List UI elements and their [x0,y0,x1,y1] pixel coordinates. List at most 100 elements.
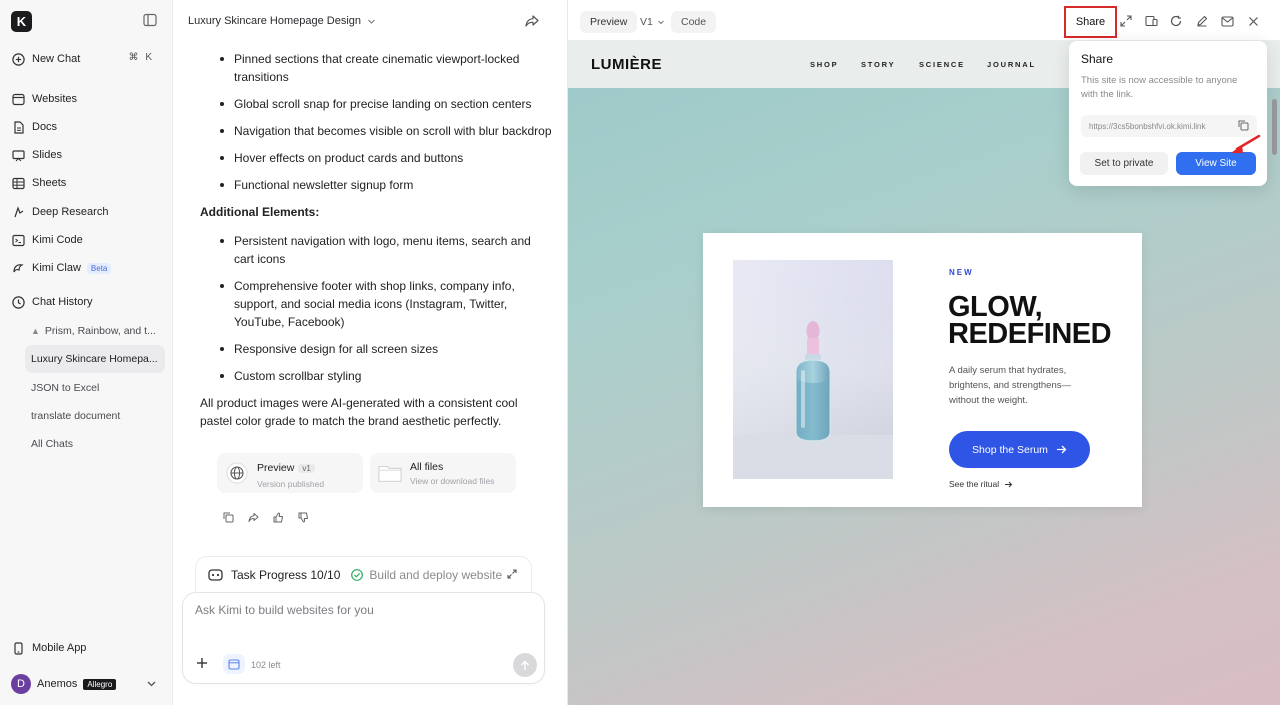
edit-icon[interactable] [1195,14,1209,28]
list-item: Responsive design for all screen sizes [217,340,552,358]
copy-icon[interactable] [1238,120,1249,131]
share-popover-title: Share [1081,52,1114,66]
user-name: Anemos [37,678,78,690]
version-badge: v1 [298,463,315,473]
all-files-card[interactable]: All files View or download files [370,453,516,493]
beta-badge: Beta [86,262,112,274]
sidebar-item-label: Websites [32,93,78,105]
sidebar-item-docs[interactable]: Docs [6,114,166,140]
hero-card: NEW GLOW, REDEFINED A daily serum that h… [703,233,1142,507]
site-nav-story[interactable]: STORY [861,60,895,69]
history-item-label: JSON to Excel [31,382,100,394]
preview-scrollbar[interactable] [1272,99,1277,155]
hero-eyebrow: NEW [949,268,974,277]
sidebar: K New Chat ⌘ K Websites Docs Slides Shee… [0,0,172,705]
shop-the-serum-button[interactable]: Shop the Serum [949,431,1090,468]
globe-icon [225,461,249,485]
chat-title-dropdown[interactable]: Luxury Skincare Homepage Design [188,15,376,27]
website-mode-icon[interactable] [223,654,245,674]
mail-icon[interactable] [1220,14,1234,28]
mobile-app-link[interactable]: Mobile App [6,635,166,661]
site-nav-science[interactable]: SCIENCE [919,60,965,69]
list-item: Persistent navigation with logo, menu it… [217,232,552,268]
site-nav-journal[interactable]: JOURNAL [987,60,1036,69]
task-status-label: Build and deploy website [369,567,503,582]
new-chat-shortcut: ⌘ K [128,52,154,63]
hero-title: GLOW, REDEFINED [948,293,1112,349]
sidebar-item-slides[interactable]: Slides [6,142,166,168]
history-item[interactable]: translate document [25,402,165,430]
chat-history-header[interactable]: Chat History [6,289,166,315]
history-item[interactable]: ▲ Prism, Rainbow, and t... [25,317,165,345]
sidebar-item-kimi-code[interactable]: Kimi Code [6,227,166,253]
browser-icon [12,93,25,106]
share-url: https://3cs5bonbshfvi.ok.kimi.link [1089,121,1206,131]
all-files-title: All files [410,460,444,473]
arrow-right-icon [1056,445,1067,454]
share-icon[interactable] [525,14,539,28]
preview-card-title: Preview [257,461,295,474]
sidebar-item-label: Kimi Code [32,234,83,246]
tab-preview[interactable]: Preview [580,11,638,33]
sidebar-item-label: Sheets [32,177,67,189]
sidebar-item-sheets[interactable]: Sheets [6,170,166,196]
message-content: Pinned sections that create cinematic vi… [200,50,552,430]
device-icon[interactable] [1144,14,1158,28]
sidebar-item-kimi-claw[interactable]: Kimi Claw Beta [6,255,166,281]
chevron-down-icon [657,18,665,26]
history-item-active[interactable]: Luxury Skincare Homepa... [25,345,165,373]
pin-icon: ▲ [31,326,40,336]
version-dropdown[interactable]: V1 [630,11,675,33]
site-brand-logo[interactable]: LUMIÈRE [591,56,662,73]
all-chats-link[interactable]: All Chats [25,430,165,458]
closing-paragraph: All product images were AI-generated wit… [200,396,518,428]
set-to-private-button[interactable]: Set to private [1080,152,1168,175]
sidebar-item-websites[interactable]: Websites [6,86,166,112]
user-profile[interactable]: D Anemos Allegro [11,673,161,695]
preview-card-subtitle: Version published [257,478,325,489]
chat-composer[interactable]: Ask Kimi to build websites for you 102 l… [182,592,545,684]
chevron-down-icon[interactable] [146,678,157,689]
check-circle-icon [351,568,364,581]
preview-card[interactable]: Preview v1 Version published [217,453,363,493]
tab-code[interactable]: Code [671,11,717,33]
thumbs-down-icon[interactable] [296,510,310,524]
share-button[interactable]: Share [1064,6,1117,38]
research-icon [12,205,25,219]
thumbs-up-icon[interactable] [271,510,285,524]
avatar: D [11,674,31,694]
kimi-logo[interactable]: K [11,11,32,32]
composer-placeholder[interactable]: Ask Kimi to build websites for you [195,603,374,617]
add-attachment-icon[interactable] [193,654,211,672]
list-item: Custom scrollbar styling [217,367,552,385]
see-the-ritual-link[interactable]: See the ritual [949,479,1013,489]
chevron-down-icon [367,17,376,26]
plus-circle-icon [12,52,25,66]
copy-icon[interactable] [221,510,235,524]
refresh-icon[interactable] [1169,14,1183,28]
list-item: Navigation that becomes visible on scrol… [217,122,552,140]
sidebar-toggle-icon[interactable] [143,13,159,29]
send-button[interactable] [513,653,537,677]
credits-remaining: 102 left [251,660,281,670]
chat-history-label: Chat History [32,296,93,308]
app-root: K New Chat ⌘ K Websites Docs Slides Shee… [0,0,1280,705]
ritual-link-label: See the ritual [949,479,1000,489]
new-chat-label: New Chat [32,53,81,65]
new-chat-button[interactable]: New Chat ⌘ K [6,46,166,72]
folder-icon [378,461,402,485]
history-item[interactable]: JSON to Excel [25,374,165,402]
site-nav-shop[interactable]: SHOP [810,60,838,69]
robot-icon [208,568,223,582]
task-progress-bar[interactable]: Task Progress 10/10 Build and deploy web… [195,556,532,592]
sidebar-item-deep-research[interactable]: Deep Research [6,199,166,225]
close-icon[interactable] [1246,14,1260,28]
fullscreen-icon[interactable] [1119,14,1133,28]
share-icon[interactable] [246,510,260,524]
elements-list: Persistent navigation with logo, menu it… [217,232,552,385]
hero-description: A daily serum that hydrates, brightens, … [949,365,1071,406]
history-item-label: translate document [31,410,121,422]
arrow-right-icon [1004,481,1013,488]
expand-icon[interactable] [507,569,517,579]
slides-icon [12,149,25,162]
